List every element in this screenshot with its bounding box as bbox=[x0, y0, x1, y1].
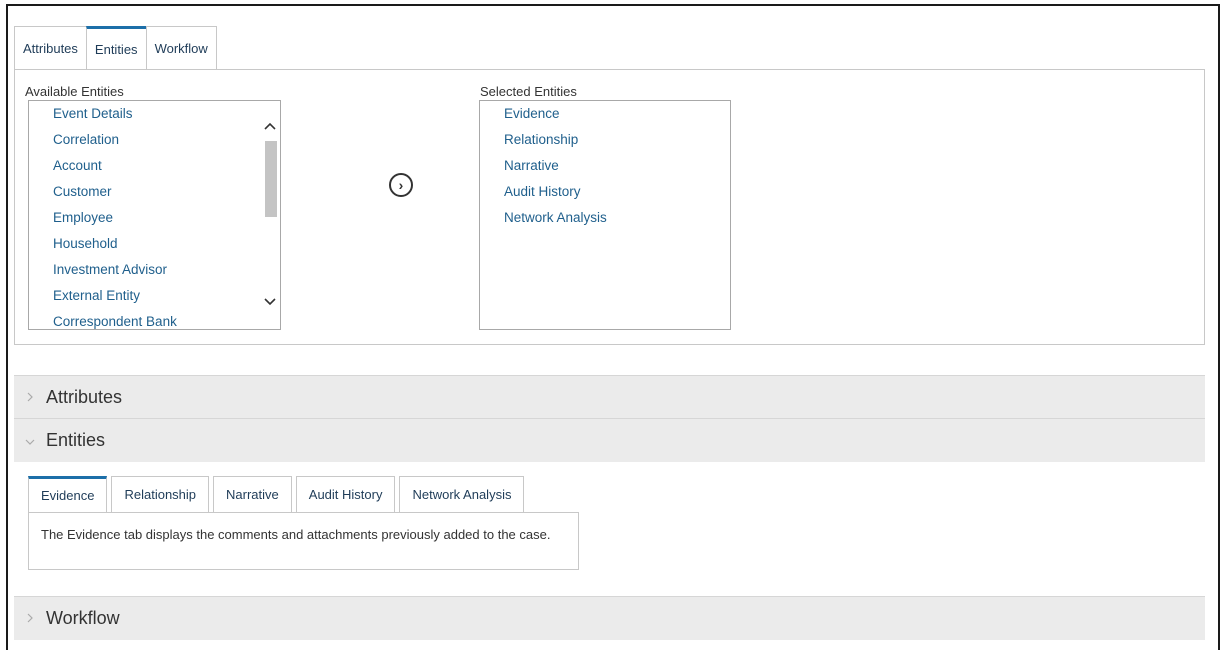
accordion-entities-body: Evidence Relationship Narrative Audit Hi… bbox=[14, 462, 1205, 595]
top-tab-bar: Attributes Entities Workflow bbox=[14, 26, 217, 71]
chevron-down-icon bbox=[14, 434, 46, 448]
entity-tab-bar: Evidence Relationship Narrative Audit Hi… bbox=[28, 476, 528, 512]
tab-label: Narrative bbox=[226, 487, 279, 502]
selected-entities-label: Selected Entities bbox=[480, 84, 577, 99]
list-item[interactable]: Correlation bbox=[29, 127, 280, 153]
list-item[interactable]: Evidence bbox=[480, 101, 730, 127]
evidence-description: The Evidence tab displays the comments a… bbox=[41, 527, 551, 542]
move-right-button[interactable]: › bbox=[389, 173, 413, 197]
chevron-right-icon bbox=[14, 391, 46, 405]
list-item[interactable]: External Entity bbox=[29, 283, 280, 309]
accordion-entities-header[interactable]: Entities bbox=[14, 418, 1205, 462]
chevron-right-circle-icon: › bbox=[398, 177, 404, 193]
list-item[interactable]: Narrative bbox=[480, 153, 730, 179]
list-item[interactable]: Event Details bbox=[29, 101, 280, 127]
list-item[interactable]: Investment Advisor bbox=[29, 257, 280, 283]
tab-evidence[interactable]: Evidence bbox=[28, 476, 108, 512]
tab-label: Entities bbox=[94, 42, 138, 57]
chevron-right-icon bbox=[14, 612, 46, 626]
entities-shuttle-panel: Available Entities Event Details Correla… bbox=[14, 69, 1205, 345]
list-item[interactable]: Audit History bbox=[480, 179, 730, 205]
selected-entities-list[interactable]: Evidence Relationship Narrative Audit Hi… bbox=[479, 100, 731, 330]
tab-network-analysis[interactable]: Network Analysis bbox=[399, 476, 525, 512]
tab-label: Audit History bbox=[308, 487, 383, 502]
accordion-workflow-header[interactable]: Workflow bbox=[14, 596, 1205, 640]
scrollbar-thumb[interactable] bbox=[265, 141, 277, 217]
tab-label: Relationship bbox=[124, 487, 197, 502]
accordion-title: Workflow bbox=[46, 608, 120, 628]
accordion-title: Attributes bbox=[46, 387, 123, 407]
tab-label: Attributes bbox=[23, 41, 78, 56]
tab-entities[interactable]: Entities bbox=[85, 26, 147, 71]
list-item[interactable]: Household bbox=[29, 231, 280, 257]
list-item[interactable]: Correspondent Bank bbox=[29, 309, 280, 329]
tab-workflow[interactable]: Workflow bbox=[145, 26, 217, 70]
tab-narrative[interactable]: Narrative bbox=[213, 476, 292, 512]
list-item[interactable]: Network Analysis bbox=[480, 205, 730, 231]
available-entities-label: Available Entities bbox=[25, 84, 124, 99]
list-item[interactable]: Employee bbox=[29, 205, 280, 231]
chevron-up-icon[interactable] bbox=[262, 117, 278, 133]
list-item[interactable]: Customer bbox=[29, 179, 280, 205]
tab-label: Evidence bbox=[41, 488, 95, 503]
tab-label: Workflow bbox=[154, 41, 208, 56]
list-item[interactable]: Relationship bbox=[480, 127, 730, 153]
tab-label: Network Analysis bbox=[412, 487, 512, 502]
tab-audit-history[interactable]: Audit History bbox=[295, 476, 396, 512]
available-entities-list[interactable]: Event Details Correlation Account Custom… bbox=[28, 100, 281, 330]
chevron-down-icon[interactable] bbox=[262, 293, 278, 309]
list-item[interactable]: Account bbox=[29, 153, 280, 179]
evidence-panel: The Evidence tab displays the comments a… bbox=[28, 512, 579, 570]
accordion-attributes-header[interactable]: Attributes bbox=[14, 375, 1205, 419]
accordion-title: Entities bbox=[46, 430, 106, 450]
list-scrollbar[interactable] bbox=[262, 103, 278, 327]
tab-relationship[interactable]: Relationship bbox=[111, 476, 210, 512]
tab-attributes[interactable]: Attributes bbox=[14, 26, 87, 70]
